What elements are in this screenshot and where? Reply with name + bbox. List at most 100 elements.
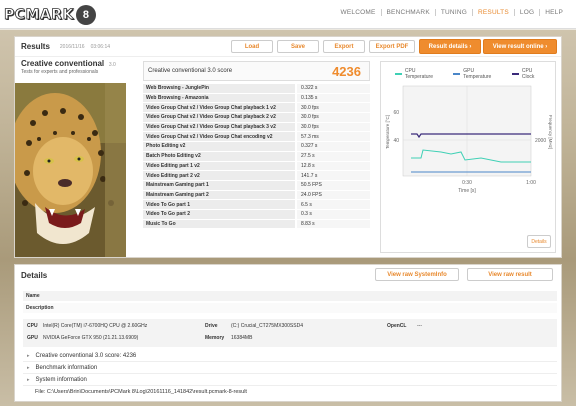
test-value: 30.0 fps — [297, 103, 370, 113]
table-row: Video To Go part 1 6.5 s — [143, 200, 370, 210]
test-name: Video To Go part 2 — [143, 209, 295, 219]
chart-legend: CPU Temperature GPU Temperature CPU Cloc… — [395, 68, 555, 80]
test-value: 6.5 s — [297, 200, 370, 209]
benchmark-info: Creative conventional 3.0 Tests for expe… — [21, 59, 132, 75]
opencl-info: OpenCL --- — [387, 323, 422, 329]
logo-badge: 8 — [75, 4, 96, 25]
test-value: 8.83 s — [297, 219, 370, 229]
left-axis-label: Temperature [°C] — [385, 115, 390, 149]
right-axis-label: Frequency [MHz] — [548, 115, 553, 149]
test-name: Mainstream Gaming part 1 — [143, 180, 295, 190]
table-row: Music To Go 8.83 s — [143, 219, 370, 230]
table-row: Video Group Chat v2 / Video Group Chat p… — [143, 103, 370, 114]
table-row: Video Editing part 1 v2 12.8 s — [143, 161, 370, 172]
export-pdf-button[interactable]: Export PDF — [369, 40, 415, 53]
test-value: 24.0 FPS — [297, 190, 370, 200]
save-button[interactable]: Save — [277, 40, 319, 53]
table-row: Photo Editing v2 0.327 s — [143, 142, 370, 152]
results-panel: Results 2016/11/16 03:06:14 Load Save Ex… — [14, 36, 562, 258]
nav-help[interactable]: HELP — [539, 9, 568, 16]
test-name: Video Editing part 1 v2 — [143, 161, 295, 171]
expander-benchmark-info[interactable]: ▸ Benchmark information — [23, 363, 557, 374]
results-date: 2016/11/16 — [59, 43, 85, 50]
x-tick: 0:30 — [462, 180, 472, 186]
logo-text: PCMARK — [4, 6, 74, 23]
test-value: 0.135 s — [297, 93, 370, 103]
test-name: Video Editing part 2 v2 — [143, 171, 295, 180]
details-title: Details — [21, 271, 48, 280]
result-file-path: File: C:\Users\Brin\Documents\PCMark 8\L… — [35, 389, 247, 395]
nav-log[interactable]: LOG — [513, 9, 539, 16]
x-tick: 1:00 — [526, 180, 536, 186]
table-row: Video Group Chat v2 / Video Group Chat e… — [143, 132, 370, 143]
monitoring-chart: 60 40 2000 0:30 1:00 Time [s] Temperatur… — [385, 85, 553, 194]
test-name: Video Group Chat v2 / Video Group Chat p… — [143, 113, 295, 122]
y-tick-right: 2000 — [535, 138, 546, 144]
legend-cpu-clock: CPU Clock — [511, 68, 546, 80]
app-logo: PCMARK 8 — [4, 4, 96, 25]
nav-welcome[interactable]: WELCOME — [336, 9, 381, 16]
test-name: Photo Editing v2 — [143, 142, 295, 151]
results-title: Results — [21, 42, 50, 51]
test-name: Video Group Chat v2 / Video Group Chat p… — [143, 122, 295, 132]
test-value: 0.3 s — [297, 209, 370, 219]
load-button[interactable]: Load — [231, 40, 273, 53]
test-value: 50.5 FPS — [297, 180, 370, 190]
view-raw-result-button[interactable]: View raw result — [467, 268, 553, 281]
legend-gpu-temp: GPU Temperature — [453, 68, 503, 80]
chevron-right-icon: ▸ — [27, 353, 30, 359]
table-row: Video Group Chat v2 / Video Group Chat p… — [143, 113, 370, 123]
test-name: Batch Photo Editing v2 — [143, 151, 295, 161]
nav-results[interactable]: RESULTS — [471, 9, 514, 16]
table-row: Mainstream Gaming part 2 24.0 FPS — [143, 190, 370, 201]
test-value: 27.5 s — [297, 151, 370, 161]
benchmark-subtitle: Tests for experts and professionals — [21, 69, 99, 75]
table-row: Video Editing part 2 v2 141.7 s — [143, 171, 370, 181]
details-panel: Details View raw SystemInfo View raw res… — [14, 264, 562, 402]
test-value: 141.7 s — [297, 171, 370, 180]
view-systeminfo-button[interactable]: View raw SystemInfo — [375, 268, 459, 281]
test-results-table: Web Browsing - JunglePin 0.322 s Web Brows… — [143, 84, 370, 230]
table-row: Web Browsing - JunglePin 0.322 s — [143, 84, 370, 94]
test-value: 12.8 s — [297, 161, 370, 171]
cpu-info: CPU Intel(R) Core(TM) i7-6700HQ CPU @ 2.6… — [27, 323, 148, 329]
legend-cpu-temp: CPU Temperature — [395, 68, 444, 80]
score-summary: Creative conventional 3.0 score 4236 — [143, 61, 370, 81]
gpu-info: GPU NVIDIA GeForce GTX 950 (21.21.13.6909… — [27, 335, 139, 341]
monitoring-chart-panel: CPU Temperature GPU Temperature CPU Cloc… — [380, 61, 556, 253]
top-bar: PCMARK 8 WELCOME BENCHMARK TUNING RESULT… — [0, 0, 576, 29]
table-row: Web Browsing - Amazonia 0.135 s — [143, 93, 370, 104]
expander-system-info[interactable]: ▸ System information — [23, 375, 557, 386]
test-value: 57.3 ms — [297, 132, 370, 142]
test-value: 0.327 s — [297, 142, 370, 151]
benchmark-version: 3.0 — [108, 62, 116, 68]
test-name: Music To Go — [143, 219, 295, 229]
expander-score[interactable]: ▸ Creative conventional 3.0 score: 4236 — [23, 351, 557, 362]
result-details-button[interactable]: Result details › — [419, 39, 481, 54]
test-name: Video Group Chat v2 / Video Group Chat e… — [143, 132, 295, 142]
test-value: 0.322 s — [297, 84, 370, 93]
table-row: Mainstream Gaming part 1 50.5 FPS — [143, 180, 370, 191]
view-online-button[interactable]: View result online › — [483, 39, 557, 54]
test-value: 30.0 fps — [297, 113, 370, 122]
test-value: 30.0 fps — [297, 122, 370, 132]
results-time: 03:06:14 — [90, 43, 111, 50]
description-row: Description — [23, 303, 557, 313]
main-nav: WELCOME BENCHMARK TUNING RESULTS LOG HEL… — [336, 9, 568, 16]
y-tick-left: 40 — [393, 138, 399, 144]
score-value: 4236 — [332, 63, 361, 79]
table-row: Video To Go part 2 0.3 s — [143, 209, 370, 220]
system-info-grid: CPU Intel(R) Core(TM) i7-6700HQ CPU @ 2.6… — [23, 319, 557, 347]
test-name: Video To Go part 1 — [143, 200, 295, 209]
test-name: Web Browsing - Amazonia — [143, 93, 295, 103]
chevron-right-icon: ▸ — [27, 365, 30, 371]
nav-benchmark[interactable]: BENCHMARK — [380, 9, 435, 16]
x-axis-label: Time [s] — [458, 188, 476, 194]
score-label: Creative conventional 3.0 score — [148, 68, 233, 74]
nav-tuning[interactable]: TUNING — [434, 9, 472, 16]
test-name: Web Browsing - JunglePin — [143, 84, 295, 93]
chart-details-button[interactable]: Details — [527, 235, 551, 248]
memory-info: Memory 16384MB — [205, 335, 253, 341]
test-name: Video Group Chat v2 / Video Group Chat p… — [143, 103, 295, 113]
export-button[interactable]: Export — [323, 40, 365, 53]
